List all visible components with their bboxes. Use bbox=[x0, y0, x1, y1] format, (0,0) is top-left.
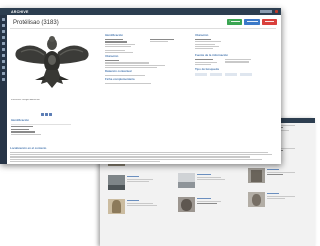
grid-item[interactable] bbox=[178, 197, 240, 219]
image-caption: Ilustración: Imagen Adoración bbox=[11, 99, 40, 101]
identification-panel: Identificación bbox=[11, 117, 91, 136]
section-heading: Datación contextual bbox=[105, 69, 132, 74]
image-thumb-dot[interactable] bbox=[41, 113, 44, 116]
record-content: Protélisao (3183) < Ilustración: Imagen … bbox=[7, 15, 281, 164]
delete-button[interactable] bbox=[262, 19, 277, 25]
page-title: Protélisao (3183) bbox=[13, 20, 59, 26]
context-panel: Localización en el contexto bbox=[10, 145, 277, 163]
thumbnail[interactable] bbox=[248, 168, 265, 183]
top-navbar: ARCHIVE bbox=[0, 8, 281, 15]
sidebar-list-icon[interactable] bbox=[1, 30, 6, 34]
thumbnail[interactable] bbox=[108, 175, 125, 190]
image-thumb-dot[interactable] bbox=[45, 113, 48, 116]
grid-item[interactable] bbox=[248, 168, 310, 190]
search-type-tag[interactable] bbox=[195, 72, 207, 76]
image-caption-area: Ilustración: Imagen Adoración bbox=[11, 99, 93, 102]
search-type-tag[interactable] bbox=[225, 72, 237, 76]
sidebar-image-icon[interactable] bbox=[1, 42, 6, 46]
thumbnail[interactable] bbox=[248, 192, 265, 207]
section-heading: Identificación bbox=[11, 118, 30, 122]
sidebar-user-icon[interactable] bbox=[1, 66, 6, 70]
artifact-image bbox=[15, 36, 89, 88]
section-heading: Tipo de búsqueda bbox=[195, 67, 219, 72]
sidebar-search-icon[interactable] bbox=[1, 24, 6, 28]
user-menu[interactable] bbox=[260, 9, 272, 13]
app-brand[interactable]: ARCHIVE bbox=[11, 10, 29, 14]
grid-item[interactable] bbox=[108, 199, 170, 221]
details-column-right: Ubicación Fuente de la información Tipo … bbox=[195, 32, 275, 76]
sidebar-tag-icon[interactable] bbox=[1, 54, 6, 58]
section-heading: Localización en el contexto bbox=[10, 146, 47, 150]
header-divider bbox=[10, 28, 276, 29]
sidebar bbox=[0, 15, 7, 164]
record-window: ARCHIVE Protélisao (3183) < Ilustración:… bbox=[0, 8, 281, 164]
grid-item[interactable] bbox=[248, 192, 310, 214]
sidebar-folder-icon[interactable] bbox=[1, 36, 6, 40]
section-heading: Ubicación bbox=[195, 33, 209, 37]
section-heading: Ubicación bbox=[105, 54, 119, 59]
edit-button[interactable]: < bbox=[227, 19, 242, 25]
thumbnail[interactable] bbox=[178, 173, 195, 188]
grid-item[interactable] bbox=[178, 173, 240, 195]
thumbnail[interactable] bbox=[178, 197, 195, 212]
sidebar-map-icon[interactable] bbox=[1, 48, 6, 52]
section-heading: Ficha complementaria bbox=[105, 77, 135, 82]
object-photo[interactable] bbox=[11, 30, 93, 96]
search-type-tag[interactable] bbox=[240, 72, 252, 76]
grid-item[interactable] bbox=[108, 175, 170, 197]
notification-icon[interactable] bbox=[274, 9, 278, 13]
sidebar-chart-icon[interactable] bbox=[1, 60, 6, 64]
search-type-tag[interactable] bbox=[210, 72, 222, 76]
export-button[interactable] bbox=[244, 19, 260, 25]
image-thumb-dot[interactable] bbox=[49, 113, 52, 116]
sidebar-settings-icon[interactable] bbox=[1, 72, 6, 76]
sidebar-home-icon[interactable] bbox=[1, 18, 6, 22]
details-column-left: Identificación Ubicación Datación contex… bbox=[105, 32, 185, 85]
thumbnail[interactable] bbox=[108, 199, 125, 214]
sidebar-help-icon[interactable] bbox=[1, 78, 6, 82]
